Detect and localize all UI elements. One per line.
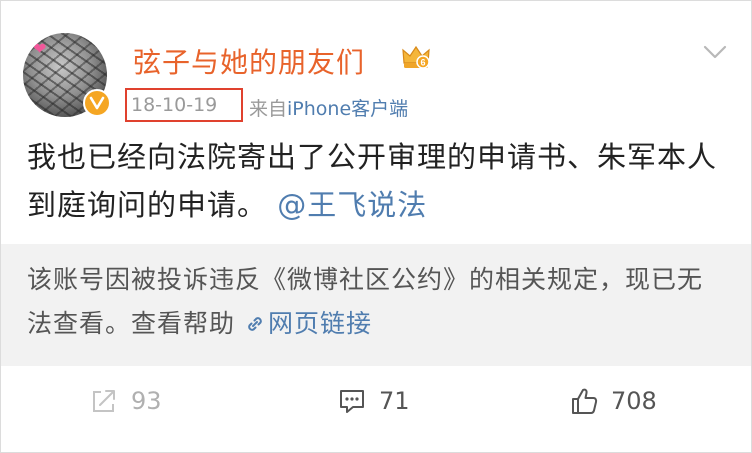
verified-badge-icon	[83, 89, 111, 117]
web-link-label[interactable]: 网页链接	[268, 309, 372, 338]
like-icon	[572, 388, 598, 414]
repost-count: 93	[131, 387, 162, 415]
repost-button[interactable]: 93	[89, 383, 162, 419]
hearts-icon: ❤	[33, 39, 47, 58]
link-icon	[248, 317, 262, 331]
mention-link[interactable]: @王飞说法	[277, 188, 427, 222]
notice-text-block: 该账号因被投诉违反《微博社区公约》的相关规定，现已无法查看。查看帮助 网页链接	[27, 258, 727, 346]
like-button[interactable]: 708	[569, 383, 657, 419]
web-link[interactable]: 网页链接	[244, 309, 372, 338]
action-bar: 93 71 708	[1, 373, 751, 429]
username[interactable]: 弦子与她的朋友们	[133, 41, 365, 81]
weibo-post-card: ❤ 弦子与她的朋友们 6 18-10-19 来自iPhone客户端 我也已经向法…	[0, 0, 752, 453]
source-device[interactable]: iPhone客户端	[287, 98, 408, 120]
repost-icon	[93, 390, 115, 412]
comment-count: 71	[379, 387, 410, 415]
post-source: 来自iPhone客户端	[249, 94, 408, 121]
like-count: 708	[611, 387, 657, 415]
account-notice: 该账号因被投诉违反《微博社区公约》的相关规定，现已无法查看。查看帮助 网页链接	[1, 244, 751, 366]
svg-text:6: 6	[420, 58, 425, 68]
comment-button[interactable]: 71	[337, 383, 410, 419]
post-body: 我也已经向法院寄出了公开审理的申请书、朱军本人到庭询问的申请。 @王飞说法	[27, 133, 727, 229]
comment-icon	[340, 390, 364, 413]
crown-icon: 6	[401, 43, 431, 71]
post-date[interactable]: 18-10-19	[131, 94, 217, 116]
chevron-down-icon[interactable]	[701, 41, 729, 63]
source-prefix: 来自	[249, 98, 288, 120]
